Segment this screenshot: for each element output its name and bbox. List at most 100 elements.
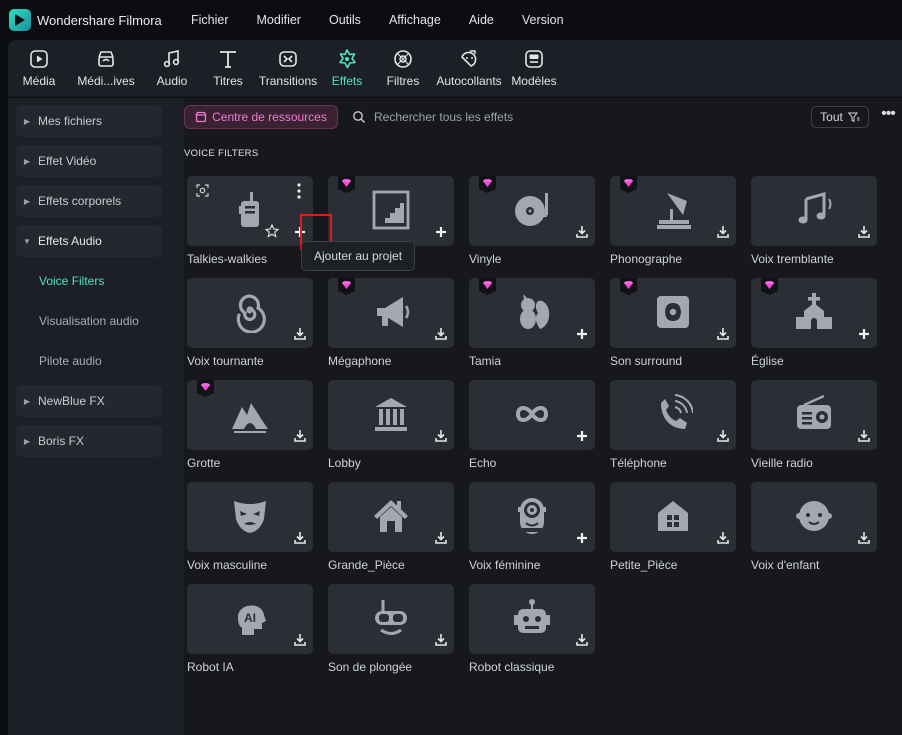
effect-thumbnail[interactable] xyxy=(187,278,313,348)
effect-thumbnail[interactable] xyxy=(469,380,595,450)
download-icon[interactable] xyxy=(432,529,450,547)
effect-card[interactable]: Petite_Pièce xyxy=(610,482,736,572)
tab-label: Modèles xyxy=(511,74,557,88)
effect-thumbnail[interactable] xyxy=(610,380,736,450)
menu-0[interactable]: Fichier xyxy=(177,13,243,27)
download-icon[interactable] xyxy=(714,529,732,547)
effect-thumbnail[interactable] xyxy=(328,584,454,654)
effect-thumbnail[interactable] xyxy=(187,380,313,450)
music-note-icon xyxy=(798,192,832,224)
favorite-star-icon[interactable] xyxy=(265,224,279,238)
tab-templates[interactable]: Modèles xyxy=(494,40,574,96)
preview-scan-icon[interactable] xyxy=(196,184,209,197)
sidebar-category[interactable]: ▶ NewBlue FX xyxy=(16,385,162,417)
effect-thumbnail[interactable] xyxy=(610,482,736,552)
download-icon[interactable] xyxy=(291,325,309,343)
menu-4[interactable]: Aide xyxy=(455,13,508,27)
effect-card[interactable]: Voix tournante xyxy=(187,278,313,368)
add-icon[interactable] xyxy=(573,529,591,547)
effect-card[interactable]: Voix masculine xyxy=(187,482,313,572)
effect-card[interactable]: Voix tremblante xyxy=(751,176,877,266)
download-icon[interactable] xyxy=(855,529,873,547)
menu-2[interactable]: Outils xyxy=(315,13,375,27)
download-icon[interactable] xyxy=(291,427,309,445)
effect-thumbnail[interactable] xyxy=(328,482,454,552)
effect-card[interactable]: Téléphone xyxy=(610,380,736,470)
effect-thumbnail[interactable] xyxy=(469,176,595,246)
tab-label: Filtres xyxy=(386,74,420,88)
more-options-button[interactable]: ••• xyxy=(878,106,898,127)
audio-icon xyxy=(163,50,180,68)
effect-card[interactable]: Echo xyxy=(469,380,595,470)
download-icon[interactable] xyxy=(432,427,450,445)
add-icon[interactable] xyxy=(432,223,450,241)
menu-5[interactable]: Version xyxy=(508,13,578,27)
effect-thumbnail[interactable] xyxy=(187,482,313,552)
effect-thumbnail[interactable] xyxy=(469,278,595,348)
sidebar-category[interactable]: ▼ Effets Audio xyxy=(16,225,162,257)
menu-1[interactable]: Modifier xyxy=(243,13,315,27)
effect-card[interactable]: Son surround xyxy=(610,278,736,368)
effect-card[interactable]: Phonographe xyxy=(610,176,736,266)
effect-thumbnail[interactable] xyxy=(328,278,454,348)
effect-thumbnail[interactable] xyxy=(328,380,454,450)
templates-icon xyxy=(525,50,543,68)
effect-label: Voix d'enfant xyxy=(751,558,820,572)
download-icon[interactable] xyxy=(573,631,591,649)
effect-thumbnail[interactable] xyxy=(610,278,736,348)
download-icon[interactable] xyxy=(714,223,732,241)
download-icon[interactable] xyxy=(432,631,450,649)
effect-card[interactable]: Voix d'enfant xyxy=(751,482,877,572)
effect-card[interactable]: Vinyle xyxy=(469,176,595,266)
premium-gem-icon xyxy=(479,176,496,193)
effect-thumbnail[interactable] xyxy=(751,482,877,552)
effect-thumbnail[interactable] xyxy=(751,176,877,246)
effect-card[interactable]: Talkies-walkies xyxy=(187,176,313,266)
menu-3[interactable]: Affichage xyxy=(375,13,455,27)
download-icon[interactable] xyxy=(291,631,309,649)
download-icon[interactable] xyxy=(291,529,309,547)
effect-card[interactable]: Grotte xyxy=(187,380,313,470)
add-icon[interactable] xyxy=(573,427,591,445)
resource-center-button[interactable]: Centre de ressources xyxy=(184,105,338,129)
effect-card[interactable]: Lobby xyxy=(328,380,454,470)
stock-media-icon xyxy=(98,51,114,67)
effect-card[interactable]: Vieille radio xyxy=(751,380,877,470)
sidebar-category[interactable]: ▶ Mes fichiers xyxy=(16,105,162,137)
download-icon[interactable] xyxy=(432,325,450,343)
effect-card[interactable]: Robot classique xyxy=(469,584,595,674)
effect-card[interactable]: Voix féminine xyxy=(469,482,595,572)
sidebar-subitem[interactable]: Visualisation audio xyxy=(39,314,139,328)
download-icon[interactable] xyxy=(855,427,873,445)
effect-card[interactable]: AI Robot IA xyxy=(187,584,313,674)
effect-thumbnail[interactable] xyxy=(751,380,877,450)
effect-card[interactable]: Tamia xyxy=(469,278,595,368)
effect-thumbnail[interactable] xyxy=(469,584,595,654)
effect-card[interactable]: Mégaphone xyxy=(328,278,454,368)
sidebar-category[interactable]: ▶ Effets corporels xyxy=(16,185,162,217)
add-icon[interactable] xyxy=(573,325,591,343)
effect-card[interactable]: Église xyxy=(751,278,877,368)
filter-button[interactable]: Tout xyxy=(811,106,869,128)
sidebar-category[interactable]: ▶ Effet Vidéo xyxy=(16,145,162,177)
download-icon[interactable] xyxy=(714,325,732,343)
sidebar-subitem[interactable]: Pilote audio xyxy=(39,354,102,368)
add-icon[interactable] xyxy=(855,325,873,343)
effect-thumbnail[interactable]: AI xyxy=(187,584,313,654)
download-icon[interactable] xyxy=(714,427,732,445)
search-input[interactable] xyxy=(374,106,674,128)
effect-card[interactable]: Grande_Pièce xyxy=(328,482,454,572)
more-vertical-icon[interactable] xyxy=(293,182,305,200)
ai-head-icon: AI xyxy=(238,605,266,635)
effect-thumbnail[interactable] xyxy=(751,278,877,348)
download-icon[interactable] xyxy=(855,223,873,241)
download-icon[interactable] xyxy=(573,223,591,241)
sidebar-subitem[interactable]: Voice Filters xyxy=(39,274,104,288)
effect-thumbnail[interactable] xyxy=(469,482,595,552)
effect-card[interactable]: Son de plongée xyxy=(328,584,454,674)
effect-thumbnail[interactable] xyxy=(187,176,313,246)
sidebar-category[interactable]: ▶ Boris FX xyxy=(16,425,162,457)
effect-thumbnail[interactable] xyxy=(610,176,736,246)
effect-thumbnail[interactable] xyxy=(328,176,454,246)
section-title: VOICE FILTERS xyxy=(184,148,259,159)
